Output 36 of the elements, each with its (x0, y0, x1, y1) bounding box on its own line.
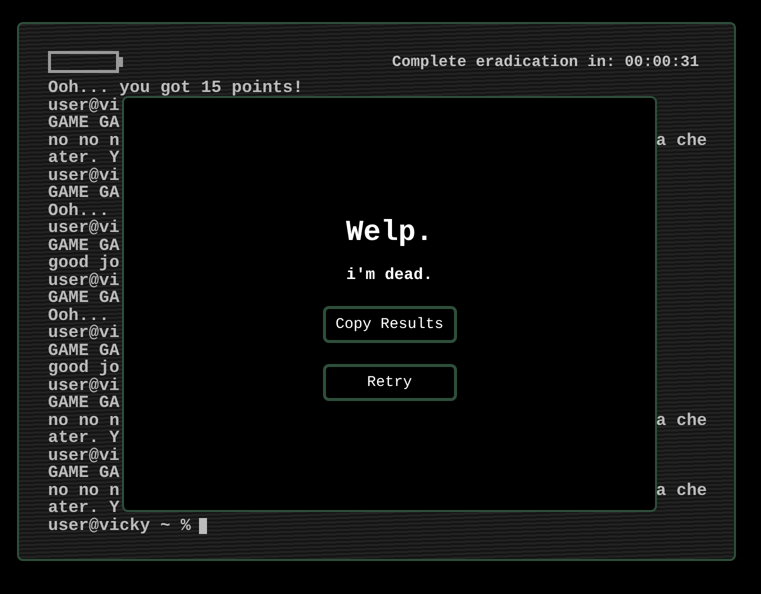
terminal-line: no no n (48, 132, 120, 150)
terminal-line: GAME GA (48, 290, 120, 308)
terminal-line: GAME GA (48, 342, 120, 360)
copy-results-button[interactable]: Copy Results (322, 306, 456, 343)
terminal-line: user@vi (48, 98, 120, 115)
terminal-line: a che (656, 482, 707, 500)
terminal-line: GAME GA (48, 465, 120, 482)
terminal-line: a che (656, 132, 707, 150)
terminal-line: GAME GA (48, 185, 120, 202)
terminal-line: Ooh... you got 15 points! (48, 80, 304, 98)
terminal-line: GAME GA (48, 115, 120, 132)
terminal-line: good jo (48, 360, 120, 378)
retry-button[interactable]: Retry (322, 364, 456, 401)
terminal-line: user@vi (48, 168, 120, 185)
terminal-line: user@vi (48, 378, 120, 395)
terminal-line: ater. Y (48, 150, 120, 168)
terminal-line: ater. Y (48, 430, 120, 448)
text-cursor (198, 518, 207, 534)
terminal-line: good jo (48, 255, 120, 272)
terminal-line: user@vi (48, 220, 120, 238)
terminal-line: user@vi (48, 448, 120, 465)
battery-icon (48, 51, 124, 73)
terminal-line: no no n (48, 482, 120, 500)
terminal-line: a che (656, 412, 707, 430)
dialog-title: Welp. (346, 216, 433, 250)
terminal-line: GAME GA (48, 238, 120, 255)
terminal-line: ater. Y (48, 500, 120, 518)
command-prompt: user@vicky ~ % (48, 518, 191, 535)
terminal-line: user@vi (48, 325, 120, 342)
terminal-line: user@vi (48, 272, 120, 290)
terminal-line: no no n (48, 412, 120, 430)
terminal-line: Ooh... (48, 202, 110, 220)
terminal-line: Ooh... (48, 308, 110, 325)
dialog-message: i'm dead. (346, 266, 433, 284)
terminal-line: GAME GA (48, 395, 120, 412)
countdown-timer: Complete eradication in: 00:00:31 (392, 53, 699, 71)
